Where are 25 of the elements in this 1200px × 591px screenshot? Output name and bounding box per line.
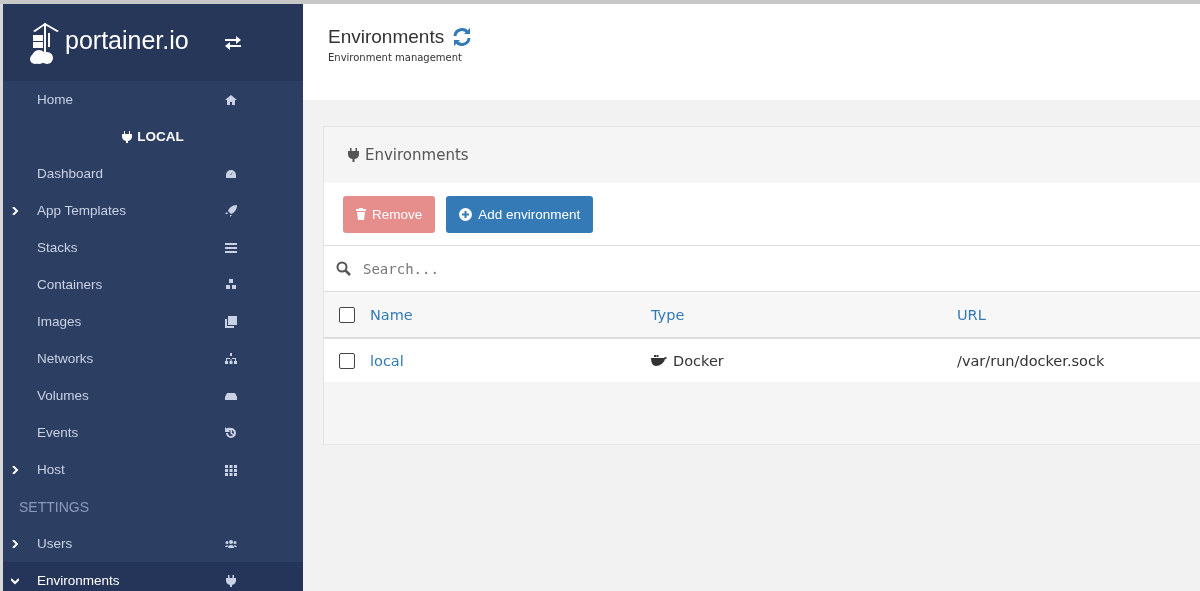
- sidebar-item[interactable]: Networks: [3, 340, 303, 377]
- sidebar-item[interactable]: Dashboard: [3, 155, 303, 192]
- panel-title: Environments: [365, 146, 469, 164]
- column-header[interactable]: Name: [370, 306, 651, 323]
- environment-link[interactable]: local: [370, 352, 404, 369]
- logo-text: portainer.io: [65, 25, 189, 55]
- column-header[interactable]: URL: [957, 306, 986, 323]
- sidebar-item[interactable]: Host: [3, 451, 303, 488]
- sidebar-item[interactable]: Home: [3, 81, 303, 118]
- sidebar-item[interactable]: Volumes: [3, 377, 303, 414]
- sidebar-item[interactable]: Containers: [3, 266, 303, 303]
- add-environment-button[interactable]: Add environment: [446, 195, 594, 233]
- sidebar-item[interactable]: Users: [3, 525, 303, 562]
- sidebar-item[interactable]: Images: [3, 303, 303, 340]
- page-subtitle: Environment management: [328, 52, 464, 63]
- sidebar-heading: SETTINGS: [18, 497, 90, 517]
- sidebar-item[interactable]: Events: [3, 414, 303, 451]
- column-header[interactable]: Type: [651, 306, 957, 323]
- page-title: Environments: [328, 26, 445, 48]
- environment-label: LOCAL: [137, 129, 184, 144]
- sidebar-item[interactable]: Stacks: [3, 229, 303, 266]
- sidebar-item[interactable]: Environments: [3, 562, 303, 591]
- url-cell: /var/run/docker.sock: [957, 352, 1105, 369]
- sidebar-item[interactable]: App Templates: [3, 192, 303, 229]
- type-cell: Docker: [673, 352, 724, 369]
